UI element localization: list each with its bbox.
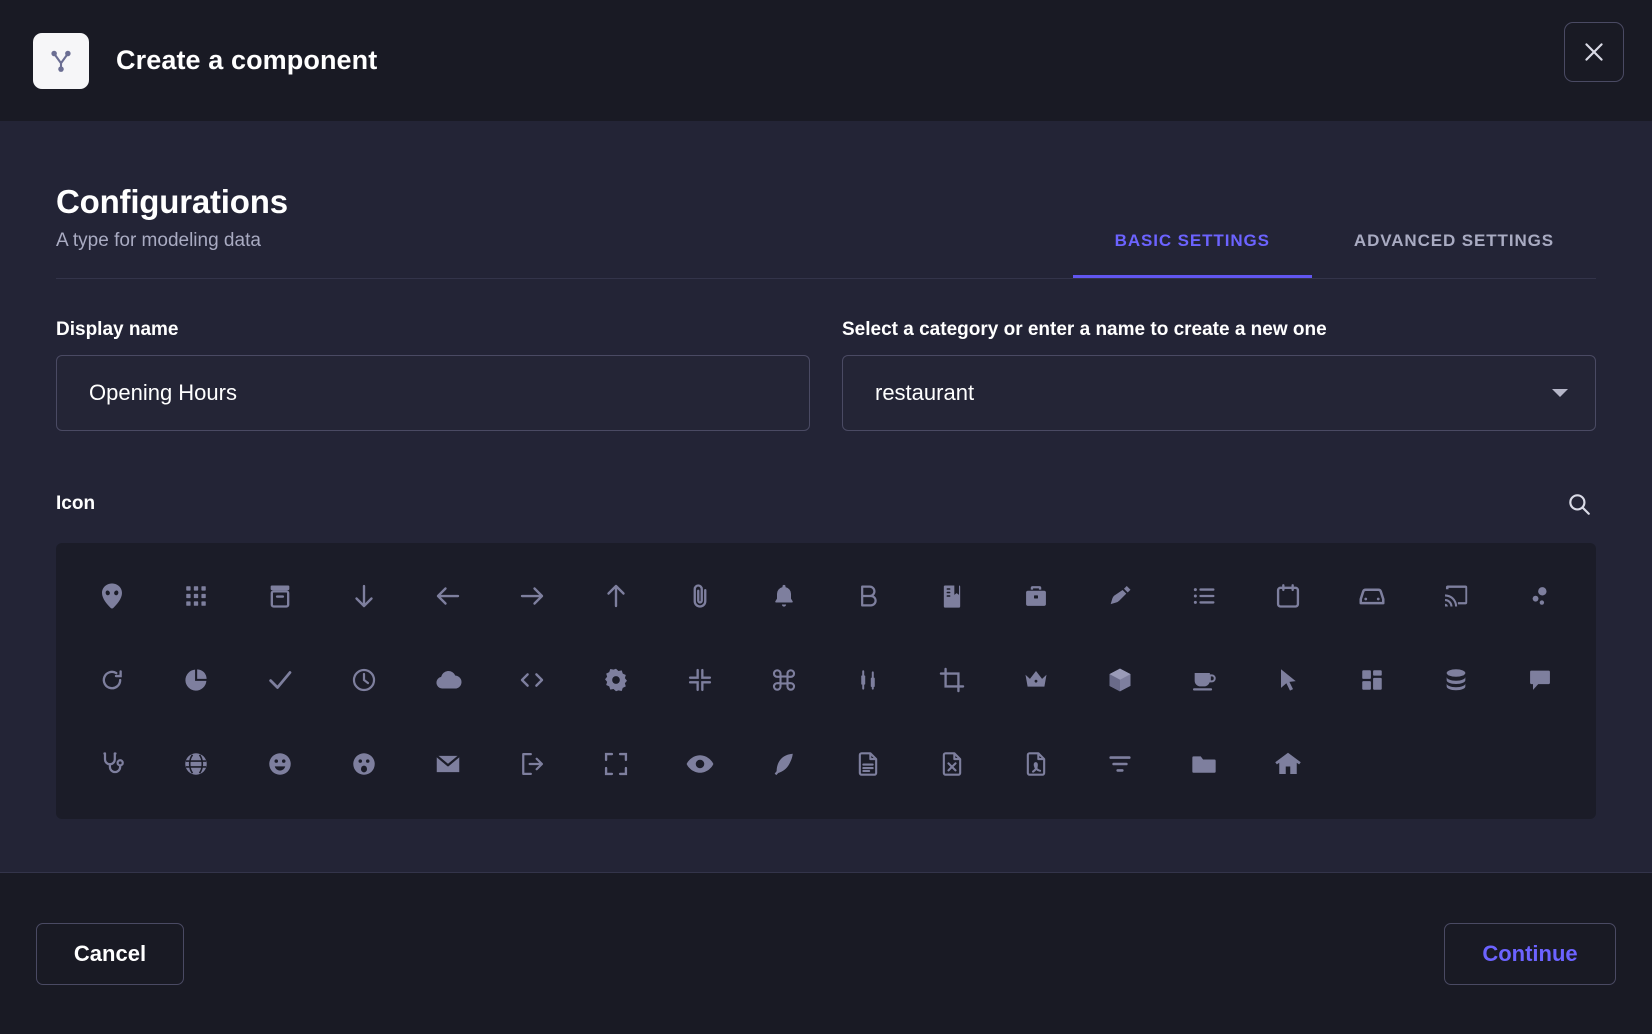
file-text-icon[interactable] (826, 735, 910, 793)
category-label: Select a category or enter a name to cre… (842, 319, 1596, 341)
modal-header: Create a component (0, 0, 1652, 121)
pie-chart-icon[interactable] (154, 651, 238, 709)
icon-label: Icon (56, 493, 95, 515)
modal-title: Create a component (116, 45, 377, 76)
modal-footer: Cancel Continue (0, 872, 1652, 1034)
calendar-icon[interactable] (1246, 567, 1330, 625)
continue-button[interactable]: Continue (1444, 923, 1616, 985)
section-titles: Configurations A type for modeling data (56, 183, 288, 278)
display-name-label: Display name (56, 319, 810, 341)
car-icon[interactable] (1330, 567, 1414, 625)
check-icon[interactable] (238, 651, 322, 709)
smile-icon[interactable] (238, 735, 322, 793)
close-icon[interactable] (1564, 22, 1624, 82)
clock-icon[interactable] (322, 651, 406, 709)
icon-grid (56, 543, 1596, 819)
page-subtitle: A type for modeling data (56, 230, 288, 252)
file-pdf-icon[interactable] (994, 735, 1078, 793)
home-icon[interactable] (1246, 735, 1330, 793)
bullet-list-icon[interactable] (1162, 567, 1246, 625)
bell-icon[interactable] (742, 567, 826, 625)
atom-icon[interactable] (1498, 567, 1582, 625)
settings-tabs: BASIC SETTINGS ADVANCED SETTINGS (1073, 231, 1596, 278)
globe-icon[interactable] (154, 735, 238, 793)
display-name-input[interactable] (56, 355, 810, 431)
page-title: Configurations (56, 183, 288, 221)
arrow-right-icon[interactable] (490, 567, 574, 625)
cloud-icon[interactable] (406, 651, 490, 709)
section-header: Configurations A type for modeling data … (56, 121, 1596, 279)
arrow-down-icon[interactable] (322, 567, 406, 625)
cancel-button[interactable]: Cancel (36, 923, 184, 985)
comment-icon[interactable] (1498, 651, 1582, 709)
dashboard-icon[interactable] (1330, 651, 1414, 709)
modal-body: Configurations A type for modeling data … (0, 121, 1652, 872)
coffee-icon[interactable] (1162, 651, 1246, 709)
apps-grid-icon[interactable] (154, 567, 238, 625)
form-fields: Display name Select a category or enter … (56, 319, 1596, 431)
tab-advanced-settings[interactable]: ADVANCED SETTINGS (1312, 231, 1596, 278)
category-select-input[interactable] (842, 355, 1596, 431)
database-icon[interactable] (1414, 651, 1498, 709)
crown-icon[interactable] (994, 651, 1078, 709)
candlestick-chart-icon[interactable] (826, 651, 910, 709)
book-icon[interactable] (910, 567, 994, 625)
brush-icon[interactable] (1078, 567, 1162, 625)
cube-icon[interactable] (1078, 651, 1162, 709)
tab-basic-settings[interactable]: BASIC SETTINGS (1073, 231, 1312, 278)
search-icon[interactable] (1562, 487, 1596, 521)
collapse-icon[interactable] (658, 651, 742, 709)
envelope-icon[interactable] (406, 735, 490, 793)
cast-icon[interactable] (1414, 567, 1498, 625)
arrow-up-icon[interactable] (574, 567, 658, 625)
create-component-modal: Create a component Configurations A type… (0, 0, 1652, 1034)
briefcase-icon[interactable] (994, 567, 1078, 625)
category-select-wrapper (842, 355, 1596, 431)
sync-icon[interactable] (70, 651, 154, 709)
fullscreen-icon[interactable] (574, 735, 658, 793)
stethoscope-icon[interactable] (70, 735, 154, 793)
node-graph-icon (33, 33, 89, 89)
file-x-icon[interactable] (910, 735, 994, 793)
frown-icon[interactable] (322, 735, 406, 793)
logout-icon[interactable] (490, 735, 574, 793)
code-icon[interactable] (490, 651, 574, 709)
alien-icon[interactable] (70, 567, 154, 625)
gear-icon[interactable] (574, 651, 658, 709)
cursor-icon[interactable] (1246, 651, 1330, 709)
filter-icon[interactable] (1078, 735, 1162, 793)
folder-icon[interactable] (1162, 735, 1246, 793)
feather-icon[interactable] (742, 735, 826, 793)
eye-icon[interactable] (658, 735, 742, 793)
category-field-group: Select a category or enter a name to cre… (842, 319, 1596, 431)
arrow-left-icon[interactable] (406, 567, 490, 625)
icon-picker-header: Icon (56, 487, 1596, 521)
bold-icon[interactable] (826, 567, 910, 625)
archive-icon[interactable] (238, 567, 322, 625)
command-icon[interactable] (742, 651, 826, 709)
paperclip-icon[interactable] (658, 567, 742, 625)
crop-icon[interactable] (910, 651, 994, 709)
display-name-field-group: Display name (56, 319, 810, 431)
